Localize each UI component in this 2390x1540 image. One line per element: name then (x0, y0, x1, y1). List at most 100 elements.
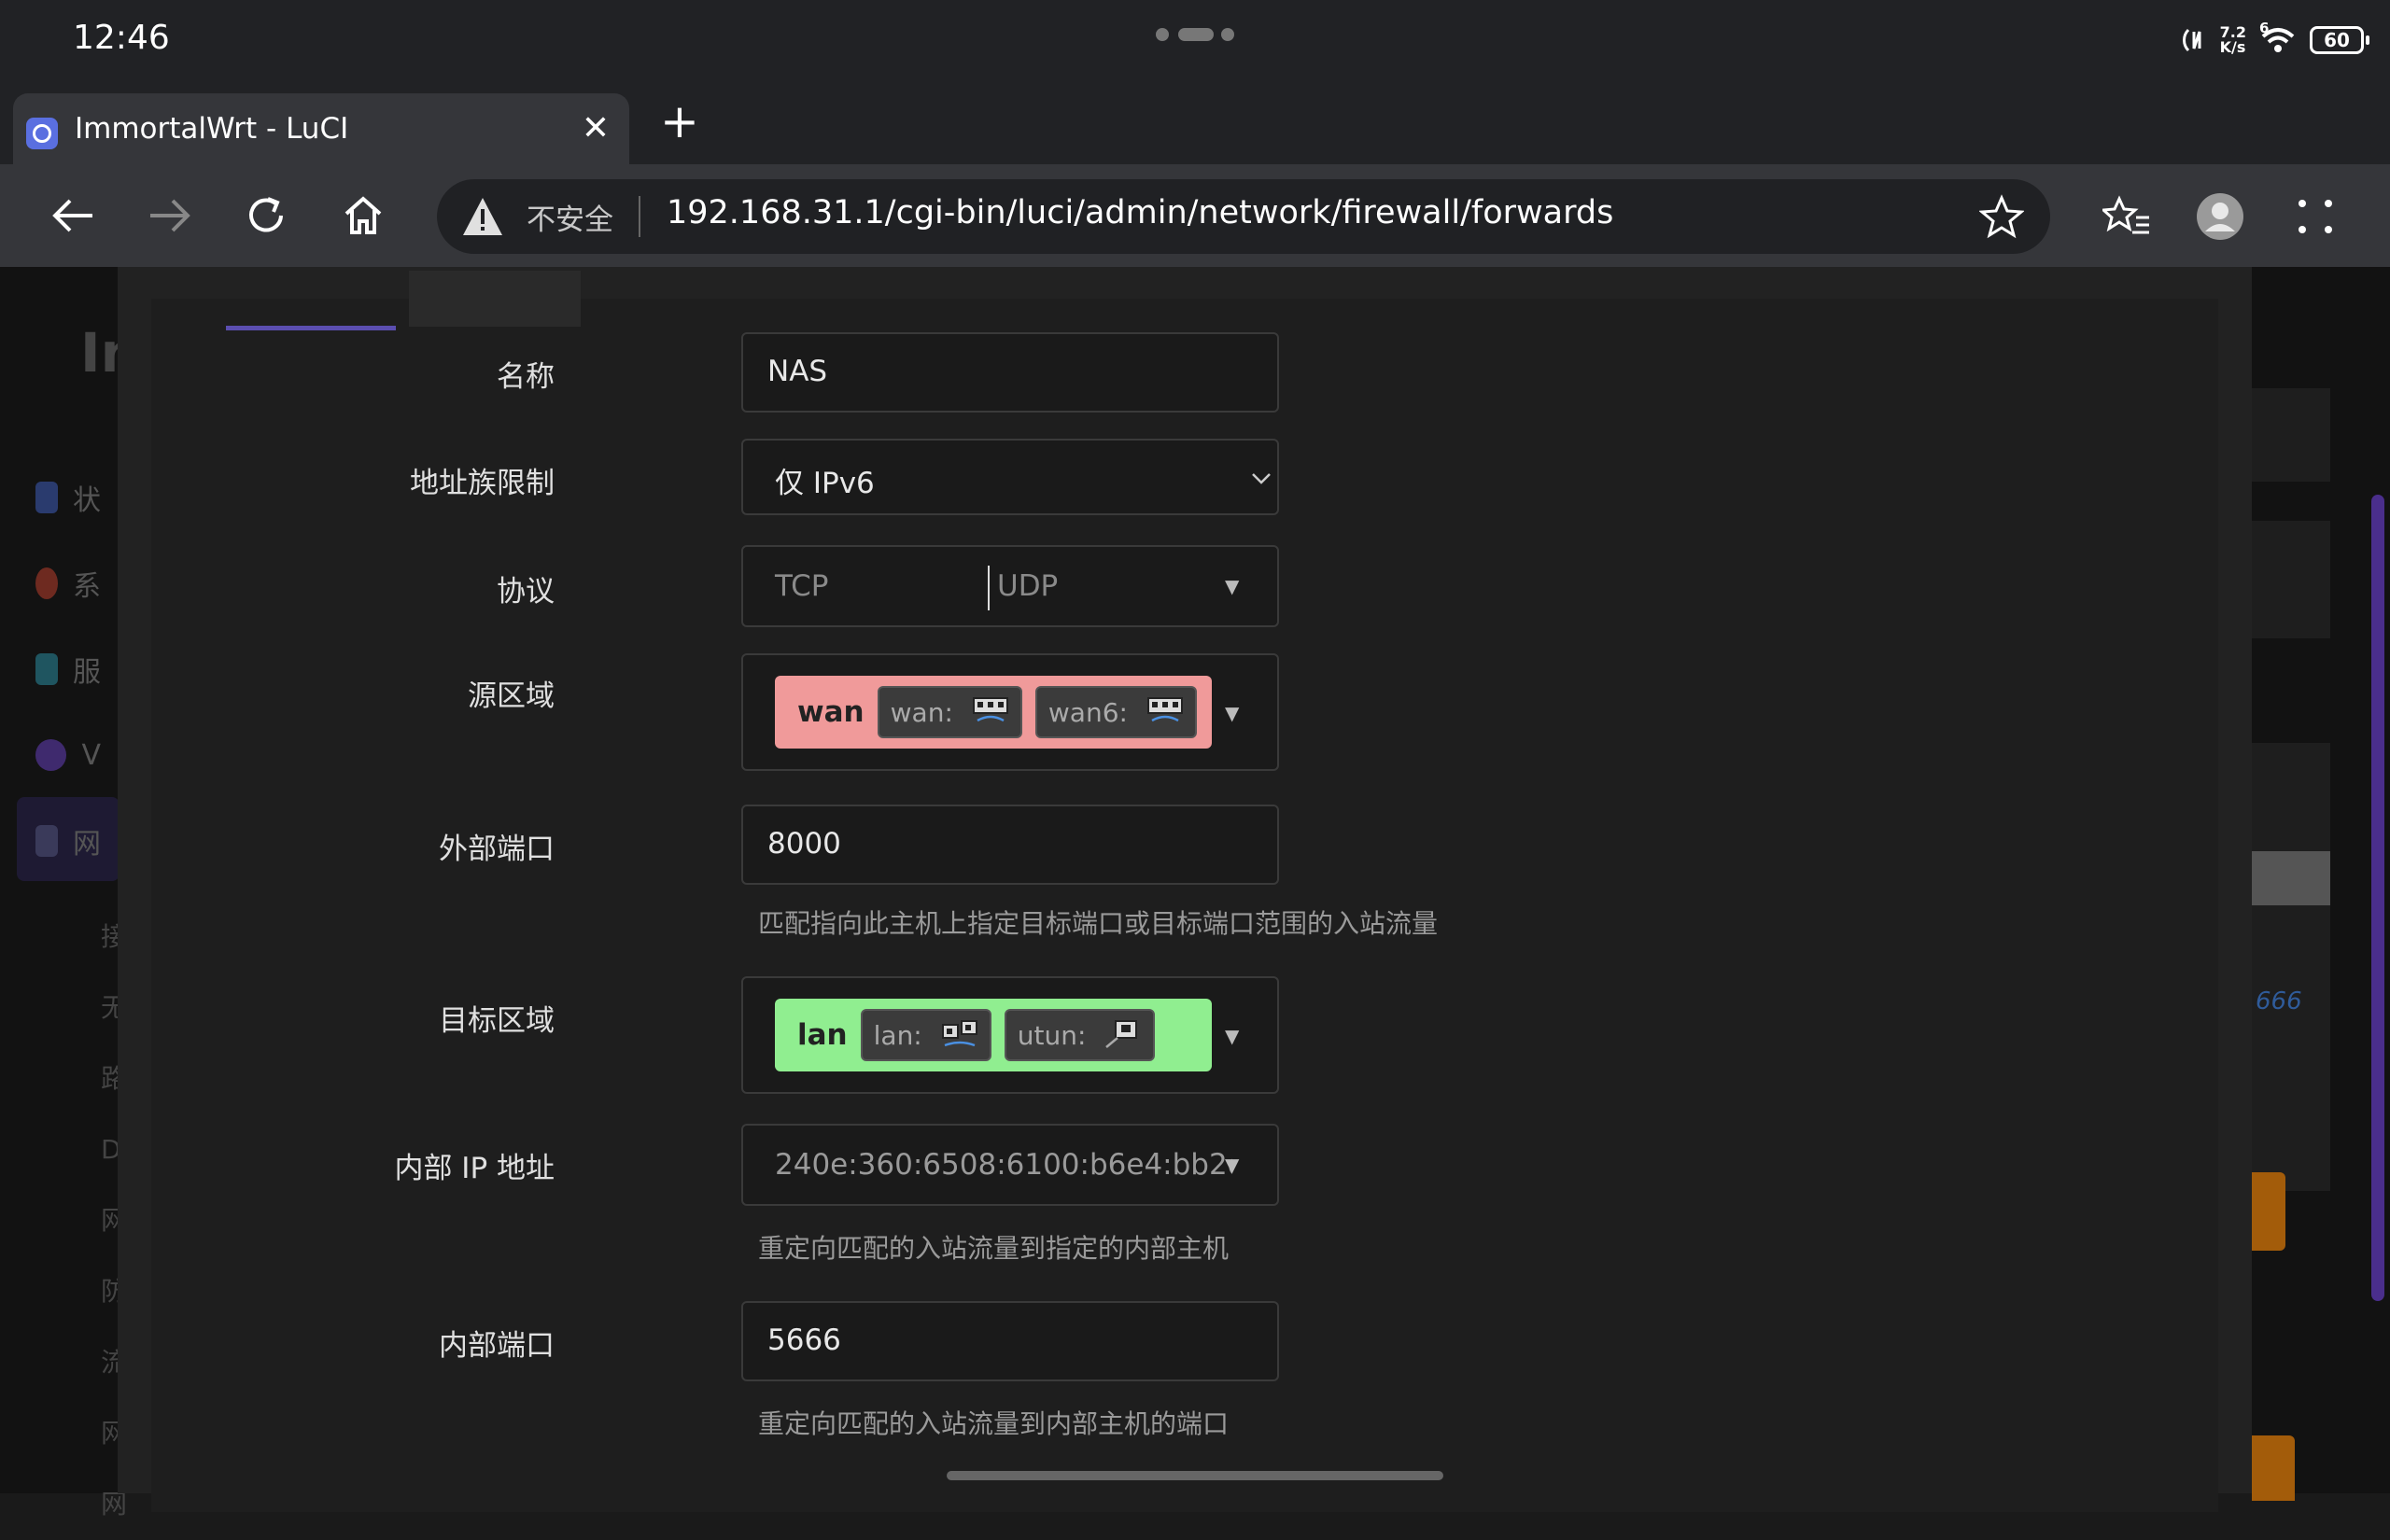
close-tab-icon[interactable]: ✕ (575, 108, 616, 149)
multiwindow-handle[interactable] (1156, 26, 1234, 43)
internal-port-label: 内部端口 (439, 1329, 555, 1363)
internal-ip-value: 240e:360:6508:6100:b6e4:bb2d:e (775, 1148, 1232, 1182)
url-text[interactable]: 192.168.31.1/cgi-bin/luci/admin/network/… (667, 194, 1613, 231)
tab-strip: ImmortalWrt - LuCI ✕ + (0, 80, 2390, 164)
ethernet-port-icon (972, 697, 1008, 722)
bg-table-header (2252, 851, 2330, 905)
gear-icon (35, 567, 58, 599)
gesture-home-bar[interactable] (947, 1471, 1443, 1480)
chevron-down-icon (1252, 473, 1271, 484)
more-grid-icon (2299, 200, 2332, 233)
dropdown-arrow-icon[interactable]: ▼ (1225, 1154, 1239, 1176)
home-button[interactable] (334, 187, 392, 245)
net-speed: 7.2 K/s (2219, 23, 2246, 56)
sidebar-item-status: 状 (35, 474, 101, 521)
bg-link: 666 (2256, 987, 2302, 1015)
text-caret (988, 566, 990, 610)
page-scrollbar[interactable] (2371, 495, 2384, 1301)
iface-chip-wan: wan: (877, 686, 1022, 738)
src-zone-name: wan (797, 695, 865, 729)
internal-port-value: 5666 (767, 1323, 841, 1357)
dest-zone-select[interactable]: lan lan: utun: ▼ (741, 976, 1279, 1094)
sidebar-item-network: 网 (35, 818, 101, 864)
avatar-icon (2197, 193, 2243, 240)
forward-button[interactable] (140, 187, 198, 245)
src-zone-select[interactable]: wan wan: wan6: ▼ (741, 653, 1279, 771)
dropdown-arrow-icon[interactable]: ▼ (1225, 575, 1239, 597)
bookmarks-list-icon (2102, 195, 2149, 234)
ext-port-input[interactable]: 8000 (741, 805, 1279, 885)
omnibox-divider (639, 196, 640, 237)
protocol-multiselect[interactable]: TCP UDP ▼ (741, 545, 1279, 627)
dest-zone-label: 目标区域 (439, 1004, 555, 1038)
warning-icon[interactable] (461, 196, 504, 237)
sidebar-item-system: 系 (35, 560, 101, 607)
browser-toolbar: 不安全 192.168.31.1/cgi-bin/luci/admin/netw… (0, 164, 2390, 267)
family-value: 仅 IPv6 (775, 467, 875, 500)
clock: 12:46 (73, 19, 170, 57)
internal-port-input[interactable]: 5666 (741, 1301, 1279, 1381)
name-input[interactable]: NAS (741, 332, 1279, 413)
wifi-icon: 6 (2259, 20, 2297, 55)
modal-content: 名称 NAS 地址族限制 仅 IPv6 协议 TCP UDP ▼ 源区域 wan… (151, 271, 2218, 1512)
favicon-icon (26, 118, 58, 149)
tab-immortalwrt[interactable]: ImmortalWrt - LuCI ✕ (13, 93, 629, 164)
back-button[interactable] (45, 187, 103, 245)
src-zone-label: 源区域 (468, 679, 555, 713)
dest-zone-name: lan (797, 1018, 848, 1052)
tab-title: ImmortalWrt - LuCI (75, 112, 349, 146)
vpn-icon (35, 739, 67, 771)
menu-button[interactable] (2285, 187, 2345, 246)
arrow-right-icon (150, 199, 190, 232)
bg-save-button (2252, 1435, 2295, 1501)
status-bar: 12:46 7.2 K/s 6 60 (0, 0, 2390, 80)
home-icon (344, 196, 382, 234)
dest-zone-badge: lan lan: utun: (775, 999, 1212, 1071)
bg-panel (2252, 388, 2330, 482)
arrow-left-icon (52, 199, 92, 232)
reload-icon (249, 197, 283, 232)
tab-general-settings[interactable] (226, 271, 396, 330)
ext-port-hint: 匹配指向此主机上指定目标端口或目标端口范围的入站流量 (758, 908, 1439, 939)
dashboard-icon (35, 482, 58, 513)
ext-port-value: 8000 (767, 827, 841, 861)
internal-ip-label: 内部 IP 地址 (394, 1152, 555, 1185)
ethernet-port-icon (1146, 697, 1183, 722)
internal-ip-select[interactable]: 240e:360:6508:6100:b6e4:bb2d:e ▼ (741, 1124, 1279, 1206)
bg-panel (2252, 743, 2330, 1191)
bookmark-star-icon[interactable] (1979, 194, 2024, 239)
dropdown-arrow-icon[interactable]: ▼ (1225, 1025, 1239, 1047)
puzzle-icon (35, 653, 58, 685)
address-bar[interactable]: 不安全 192.168.31.1/cgi-bin/luci/admin/netw… (437, 179, 2050, 254)
protocol-tcp[interactable]: TCP (775, 569, 828, 603)
name-label: 名称 (497, 360, 555, 394)
family-label: 地址族限制 (410, 467, 555, 500)
bg-edit-button (2252, 1172, 2285, 1251)
tunnel-icon (1105, 1020, 1138, 1048)
protocol-label: 协议 (497, 575, 555, 609)
modal-tabs (226, 271, 581, 330)
port-forward-modal: 名称 NAS 地址族限制 仅 IPv6 协议 TCP UDP ▼ 源区域 wan… (118, 267, 2252, 1512)
security-label[interactable]: 不安全 (527, 196, 613, 238)
bookmarks-button[interactable] (2097, 187, 2157, 246)
sidebar-item-vpn: V (35, 732, 101, 778)
dropdown-arrow-icon[interactable]: ▼ (1225, 702, 1239, 724)
tab-advanced-settings[interactable] (409, 271, 581, 327)
bg-panel (2252, 521, 2330, 638)
family-select[interactable]: 仅 IPv6 (741, 439, 1279, 515)
protocol-udp[interactable]: UDP (997, 569, 1058, 603)
src-zone-badge: wan wan: wan6: (775, 676, 1212, 749)
name-value: NAS (767, 355, 828, 388)
system-icons: 7.2 K/s 6 60 (2181, 19, 2369, 62)
new-tab-button[interactable]: + (650, 93, 710, 153)
internal-ip-hint: 重定向匹配的入站流量到指定的内部主机 (758, 1233, 1230, 1264)
nfc-icon (2182, 28, 2201, 52)
iface-chip-lan: lan: (860, 1009, 991, 1061)
ext-port-label: 外部端口 (439, 833, 555, 866)
bridge-icon (941, 1020, 977, 1047)
battery-icon: 60 (2310, 26, 2369, 54)
profile-button[interactable] (2190, 187, 2250, 246)
internal-port-hint: 重定向匹配的入站流量到内部主机的端口 (758, 1408, 1230, 1439)
reload-button[interactable] (237, 187, 295, 245)
sidebar-item-services: 服 (35, 646, 101, 693)
